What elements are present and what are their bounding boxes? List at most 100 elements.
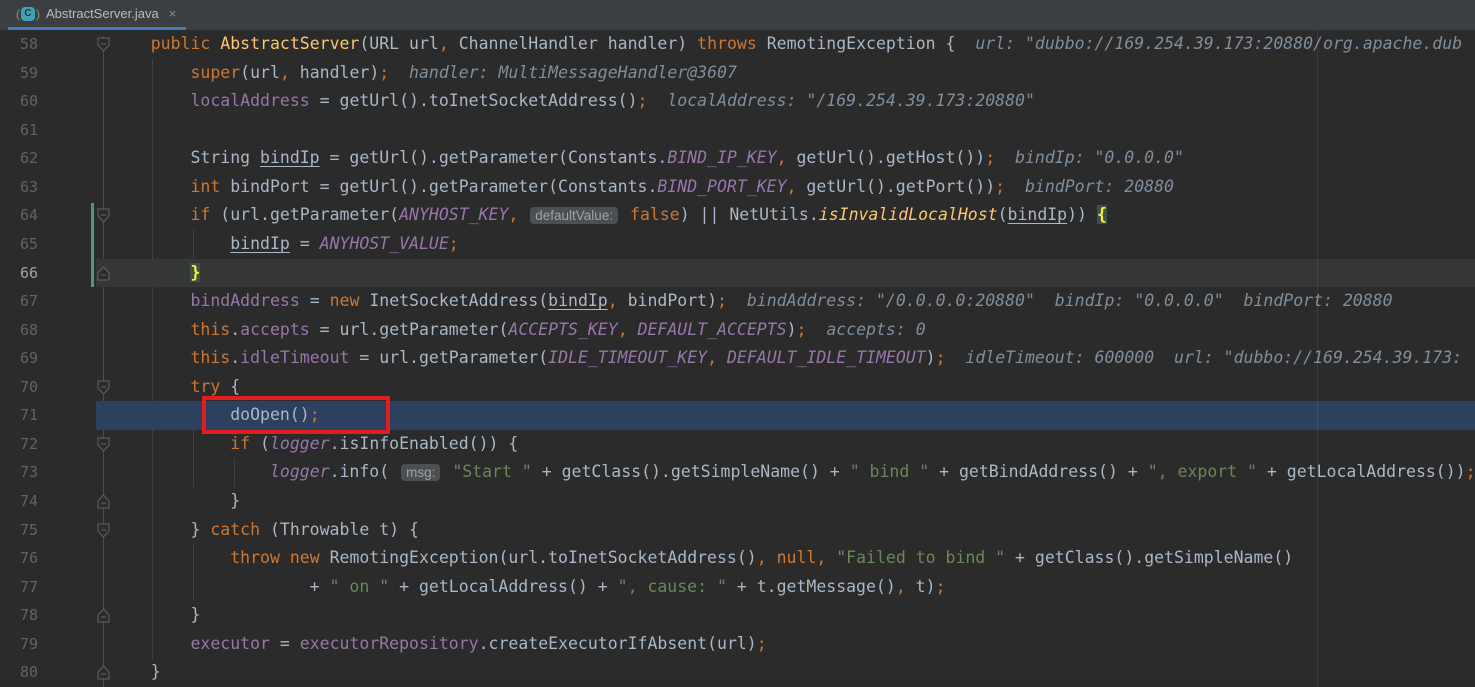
code-line-content[interactable]: super(url, handler); handler: MultiMessa… <box>111 59 1475 88</box>
code-line[interactable]: 67 bindAddress = new InetSocketAddress(b… <box>0 287 1475 316</box>
gutter-icon-slot[interactable] <box>44 544 96 573</box>
line-number[interactable]: 72 <box>0 430 44 459</box>
fold-close-icon[interactable] <box>96 487 111 516</box>
line-number[interactable]: 67 <box>0 287 44 316</box>
code-line[interactable]: 69 this.idleTimeout = url.getParameter(I… <box>0 344 1475 373</box>
code-line[interactable]: 66 } <box>0 259 1475 288</box>
code-line-content[interactable]: executor = executorRepository.createExec… <box>111 630 1475 659</box>
gutter-icon-slot[interactable] <box>44 373 96 402</box>
fold-close-icon[interactable] <box>96 601 111 630</box>
gutter-icon-slot[interactable] <box>44 316 96 345</box>
line-number[interactable]: 68 <box>0 316 44 345</box>
code-line-content[interactable]: localAddress = getUrl().toInetSocketAddr… <box>111 87 1475 116</box>
code-editor[interactable]: 58 public AbstractServer(URL url, Channe… <box>0 30 1475 687</box>
code-line[interactable]: 80 } <box>0 658 1475 687</box>
code-line-content[interactable]: String bindIp = getUrl().getParameter(Co… <box>111 144 1475 173</box>
gutter-icon-slot[interactable] <box>44 630 96 659</box>
line-number[interactable]: 70 <box>0 373 44 402</box>
code-line-content[interactable]: } <box>111 259 1475 288</box>
line-number[interactable]: 73 <box>0 458 44 487</box>
line-number[interactable]: 80 <box>0 658 44 687</box>
gutter-icon-slot[interactable] <box>44 516 96 545</box>
line-number[interactable]: 74 <box>0 487 44 516</box>
code-line[interactable]: 59 super(url, handler); handler: MultiMe… <box>0 59 1475 88</box>
gutter-icon-slot[interactable]: ✓ <box>44 401 96 430</box>
code-line-content[interactable]: + " on " + getLocalAddress() + ", cause:… <box>111 573 1475 602</box>
code-line-content[interactable] <box>111 116 1475 145</box>
gutter-icon-slot[interactable] <box>44 59 96 88</box>
code-line-content[interactable]: throw new RemotingException(url.toInetSo… <box>111 544 1475 573</box>
line-number[interactable]: 78 <box>0 601 44 630</box>
tab-close-icon[interactable]: × <box>169 7 177 20</box>
code-line-content[interactable]: doOpen(); <box>111 401 1475 430</box>
code-line-content[interactable]: } <box>111 487 1475 516</box>
code-line[interactable]: 73 logger.info( msg: "Start " + getClass… <box>0 458 1475 487</box>
line-number[interactable]: 65 <box>0 230 44 259</box>
code-line[interactable]: 70 try { <box>0 373 1475 402</box>
gutter-icon-slot[interactable] <box>44 430 96 459</box>
line-number[interactable]: 76 <box>0 544 44 573</box>
gutter-icon-slot[interactable] <box>44 144 96 173</box>
line-number[interactable]: 63 <box>0 173 44 202</box>
gutter-icon-slot[interactable] <box>44 173 96 202</box>
gutter-icon-slot[interactable] <box>44 658 96 687</box>
code-line[interactable]: 77 + " on " + getLocalAddress() + ", cau… <box>0 573 1475 602</box>
line-number[interactable]: 66 <box>0 259 44 288</box>
tab-abstractserver-java[interactable]: ( C ) AbstractServer.java × <box>8 0 186 30</box>
code-line[interactable]: 74 } <box>0 487 1475 516</box>
gutter-icon-slot[interactable] <box>44 30 96 59</box>
line-number[interactable]: 62 <box>0 144 44 173</box>
line-number[interactable]: 75 <box>0 516 44 545</box>
gutter-icon-slot[interactable] <box>44 458 96 487</box>
code-line[interactable]: 60 localAddress = getUrl().toInetSocketA… <box>0 87 1475 116</box>
code-line[interactable]: 63 int bindPort = getUrl().getParameter(… <box>0 173 1475 202</box>
code-line-content[interactable]: if (url.getParameter(ANYHOST_KEY, defaul… <box>111 201 1475 230</box>
code-line[interactable]: 72 if (logger.isInfoEnabled()) { <box>0 430 1475 459</box>
line-number[interactable]: 77 <box>0 573 44 602</box>
code-line-content[interactable]: try { <box>111 373 1475 402</box>
fold-open-icon[interactable] <box>96 373 111 402</box>
gutter-icon-slot[interactable] <box>44 259 96 288</box>
code-line-content[interactable]: this.idleTimeout = url.getParameter(IDLE… <box>111 344 1475 373</box>
code-line[interactable]: 68 this.accepts = url.getParameter(ACCEP… <box>0 316 1475 345</box>
code-line[interactable]: 65 bindIp = ANYHOST_VALUE; <box>0 230 1475 259</box>
code-line[interactable]: 58 public AbstractServer(URL url, Channe… <box>0 30 1475 59</box>
gutter-icon-slot[interactable] <box>44 201 96 230</box>
code-line-content[interactable]: } catch (Throwable t) { <box>111 516 1475 545</box>
gutter-icon-slot[interactable] <box>44 344 96 373</box>
line-number[interactable]: 64 <box>0 201 44 230</box>
code-line-content[interactable]: bindIp = ANYHOST_VALUE; <box>111 230 1475 259</box>
fold-open-icon[interactable] <box>96 430 111 459</box>
code-line[interactable]: 62 String bindIp = getUrl().getParameter… <box>0 144 1475 173</box>
code-line[interactable]: 79 executor = executorRepository.createE… <box>0 630 1475 659</box>
gutter-icon-slot[interactable] <box>44 487 96 516</box>
line-number[interactable]: 59 <box>0 59 44 88</box>
gutter-icon-slot[interactable] <box>44 87 96 116</box>
code-line[interactable]: 71✓ doOpen(); <box>0 401 1475 430</box>
code-line-content[interactable]: int bindPort = getUrl().getParameter(Con… <box>111 173 1475 202</box>
code-line[interactable]: 61 <box>0 116 1475 145</box>
code-line-content[interactable]: bindAddress = new InetSocketAddress(bind… <box>111 287 1475 316</box>
gutter-icon-slot[interactable] <box>44 573 96 602</box>
fold-open-icon[interactable] <box>96 201 111 230</box>
gutter-icon-slot[interactable] <box>44 116 96 145</box>
code-line-content[interactable]: public AbstractServer(URL url, ChannelHa… <box>111 30 1475 59</box>
code-line-content[interactable]: if (logger.isInfoEnabled()) { <box>111 430 1475 459</box>
code-line-content[interactable]: this.accepts = url.getParameter(ACCEPTS_… <box>111 316 1475 345</box>
code-line-content[interactable]: } <box>111 658 1475 687</box>
code-line-content[interactable]: logger.info( msg: "Start " + getClass().… <box>111 458 1475 487</box>
line-number[interactable]: 58 <box>0 30 44 59</box>
line-number[interactable]: 69 <box>0 344 44 373</box>
fold-open-icon[interactable] <box>96 30 111 59</box>
gutter-icon-slot[interactable] <box>44 601 96 630</box>
code-line[interactable]: 78 } <box>0 601 1475 630</box>
line-number[interactable]: 60 <box>0 87 44 116</box>
line-number[interactable]: 71 <box>0 401 44 430</box>
fold-close-icon[interactable] <box>96 658 111 687</box>
code-line[interactable]: 75 } catch (Throwable t) { <box>0 516 1475 545</box>
line-number[interactable]: 61 <box>0 116 44 145</box>
code-line[interactable]: 64 if (url.getParameter(ANYHOST_KEY, def… <box>0 201 1475 230</box>
line-number[interactable]: 79 <box>0 630 44 659</box>
code-line-content[interactable]: } <box>111 601 1475 630</box>
gutter-icon-slot[interactable] <box>44 230 96 259</box>
